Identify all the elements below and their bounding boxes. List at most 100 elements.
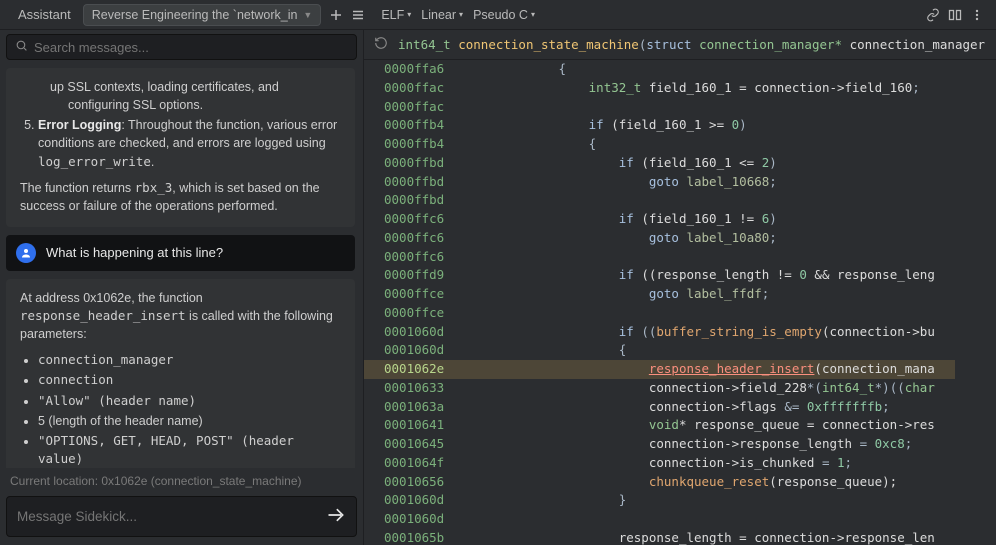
list-item: 5 (length of the header name) xyxy=(38,412,341,430)
code-content: void* response_queue = connection->res xyxy=(468,416,955,435)
code-content xyxy=(468,248,955,267)
view-selector-linear[interactable]: Linear▾ xyxy=(421,8,463,22)
code-line[interactable]: 0001060d } xyxy=(364,491,955,510)
address: 0000ffd9 xyxy=(364,266,468,285)
code-line[interactable]: 0000ffc6 xyxy=(364,248,955,267)
address: 0000ffa6 xyxy=(364,60,468,79)
user-message-text: What is happening at this line? xyxy=(46,245,223,260)
code-content xyxy=(468,510,955,529)
user-message: What is happening at this line? xyxy=(6,235,355,271)
code-content xyxy=(468,304,955,323)
address: 0000ffc6 xyxy=(364,248,468,267)
code-line[interactable]: 0000ffbd if (field_160_1 <= 2) xyxy=(364,154,955,173)
code-line[interactable]: 0000ffce xyxy=(364,304,955,323)
search-icon xyxy=(15,39,28,55)
conversation-title-dropdown[interactable]: Reverse Engineering the `network_in ▼ xyxy=(83,4,322,26)
function-signature-bar: int64_t connection_state_machine(struct … xyxy=(364,30,996,60)
code-content: connection->is_chunked = 1; xyxy=(468,454,955,473)
code-line[interactable]: 0000ffc6 goto label_10a80; xyxy=(364,229,955,248)
code-view[interactable]: 0000ffa6 {0000ffac int32_t field_160_1 =… xyxy=(364,60,996,545)
hamburger-menu[interactable] xyxy=(347,4,369,26)
code-line[interactable]: 0001064f connection->is_chunked = 1; xyxy=(364,454,955,473)
code-line[interactable]: 0001060d { xyxy=(364,341,955,360)
address: 0001064f xyxy=(364,454,468,473)
overflow-menu-icon[interactable] xyxy=(966,4,988,26)
address: 0001060d xyxy=(364,491,468,510)
link-icon[interactable] xyxy=(922,4,944,26)
code-content: connection->response_length = 0xc8; xyxy=(468,435,955,454)
code-line[interactable]: 0000ffbd goto label_10668; xyxy=(364,173,955,192)
list-item: connection_manager xyxy=(38,351,341,369)
view-selector-group: ELF▾ Linear▾ Pseudo C▾ xyxy=(381,8,535,22)
code-line[interactable]: 0001060d if ((buffer_string_is_empty(con… xyxy=(364,323,955,342)
address: 0001063a xyxy=(364,398,468,417)
code-content: goto label_10a80; xyxy=(468,229,955,248)
address: 00010641 xyxy=(364,416,468,435)
code-content: int32_t field_160_1 = connection->field_… xyxy=(468,79,955,98)
address: 00010645 xyxy=(364,435,468,454)
code-line[interactable]: 0001062e response_header_insert(connecti… xyxy=(364,360,955,379)
code-content: if ((buffer_string_is_empty(connection->… xyxy=(468,323,955,342)
code-line[interactable]: 0000ffb4 { xyxy=(364,135,955,154)
address: 0000ffbd xyxy=(364,173,468,192)
code-content xyxy=(468,191,955,210)
add-button[interactable] xyxy=(325,4,347,26)
address: 0000ffce xyxy=(364,304,468,323)
search-messages[interactable] xyxy=(6,34,357,60)
code-content: connection->field_228*(int64_t*)((char xyxy=(468,379,955,398)
function-signature: int64_t connection_state_machine(struct … xyxy=(398,37,986,52)
address: 0000ffce xyxy=(364,285,468,304)
view-selector-pseudoc[interactable]: Pseudo C▾ xyxy=(473,8,535,22)
address: 0000ffac xyxy=(364,98,468,117)
code-line[interactable]: 0000ffce goto label_ffdf; xyxy=(364,285,955,304)
code-line[interactable]: 0000ffa6 { xyxy=(364,60,955,79)
code-content: { xyxy=(468,60,955,79)
code-line[interactable]: 0001063a connection->flags &= 0xfffffffb… xyxy=(364,398,955,417)
chat-scroll[interactable]: up SSL contexts, loading certificates, a… xyxy=(0,64,363,468)
code-line[interactable]: 0001065b response_length = connection->r… xyxy=(364,529,955,545)
split-view-icon[interactable] xyxy=(944,4,966,26)
code-content: goto label_ffdf; xyxy=(468,285,955,304)
current-location: Current location: 0x1062e (connection_st… xyxy=(0,468,363,492)
address: 0000ffc6 xyxy=(364,229,468,248)
send-icon[interactable] xyxy=(326,505,346,528)
assistant-message: At address 0x1062e, the function respons… xyxy=(6,279,355,468)
address: 0001060d xyxy=(364,341,468,360)
list-item: connection xyxy=(38,371,341,389)
code-line[interactable]: 00010645 connection->response_length = 0… xyxy=(364,435,955,454)
code-line[interactable]: 0000ffac int32_t field_160_1 = connectio… xyxy=(364,79,955,98)
chevron-down-icon: ▼ xyxy=(303,10,312,20)
address: 0000ffc6 xyxy=(364,210,468,229)
code-content: goto label_10668; xyxy=(468,173,955,192)
address: 0001062e xyxy=(364,360,468,379)
address: 00010633 xyxy=(364,379,468,398)
message-input-bar[interactable] xyxy=(6,496,357,537)
code-line[interactable]: 0000ffb4 if (field_160_1 >= 0) xyxy=(364,116,955,135)
refresh-icon[interactable] xyxy=(374,36,388,53)
address: 0000ffb4 xyxy=(364,135,468,154)
code-line[interactable]: 0000ffd9 if ((response_length != 0 && re… xyxy=(364,266,955,285)
code-line[interactable]: 0000ffc6 if (field_160_1 != 6) xyxy=(364,210,955,229)
code-content: if (field_160_1 != 6) xyxy=(468,210,955,229)
address: 0000ffbd xyxy=(364,191,468,210)
code-line[interactable]: 0000ffac xyxy=(364,98,955,117)
assistant-label: Assistant xyxy=(8,3,81,26)
code-content: { xyxy=(468,341,955,360)
message-input[interactable] xyxy=(17,509,326,524)
address: 0001060d xyxy=(364,323,468,342)
code-line[interactable]: 0000ffbd xyxy=(364,191,955,210)
code-line[interactable]: 00010641 void* response_queue = connecti… xyxy=(364,416,955,435)
code-line[interactable]: 00010656 chunkqueue_reset(response_queue… xyxy=(364,473,955,492)
code-content: if (field_160_1 >= 0) xyxy=(468,116,955,135)
code-content: response_header_insert(connection_mana xyxy=(468,360,955,379)
address: 0000ffac xyxy=(364,79,468,98)
list-item: "Allow" (header name) xyxy=(38,392,341,410)
code-content: chunkqueue_reset(response_queue); xyxy=(468,473,955,492)
code-line[interactable]: 00010633 connection->field_228*(int64_t*… xyxy=(364,379,955,398)
address: 00010656 xyxy=(364,473,468,492)
conversation-title-text: Reverse Engineering the `network_in xyxy=(92,8,298,22)
code-line[interactable]: 0001060d xyxy=(364,510,955,529)
code-content: } xyxy=(468,491,955,510)
view-selector-elf[interactable]: ELF▾ xyxy=(381,8,411,22)
search-input[interactable] xyxy=(34,40,348,55)
